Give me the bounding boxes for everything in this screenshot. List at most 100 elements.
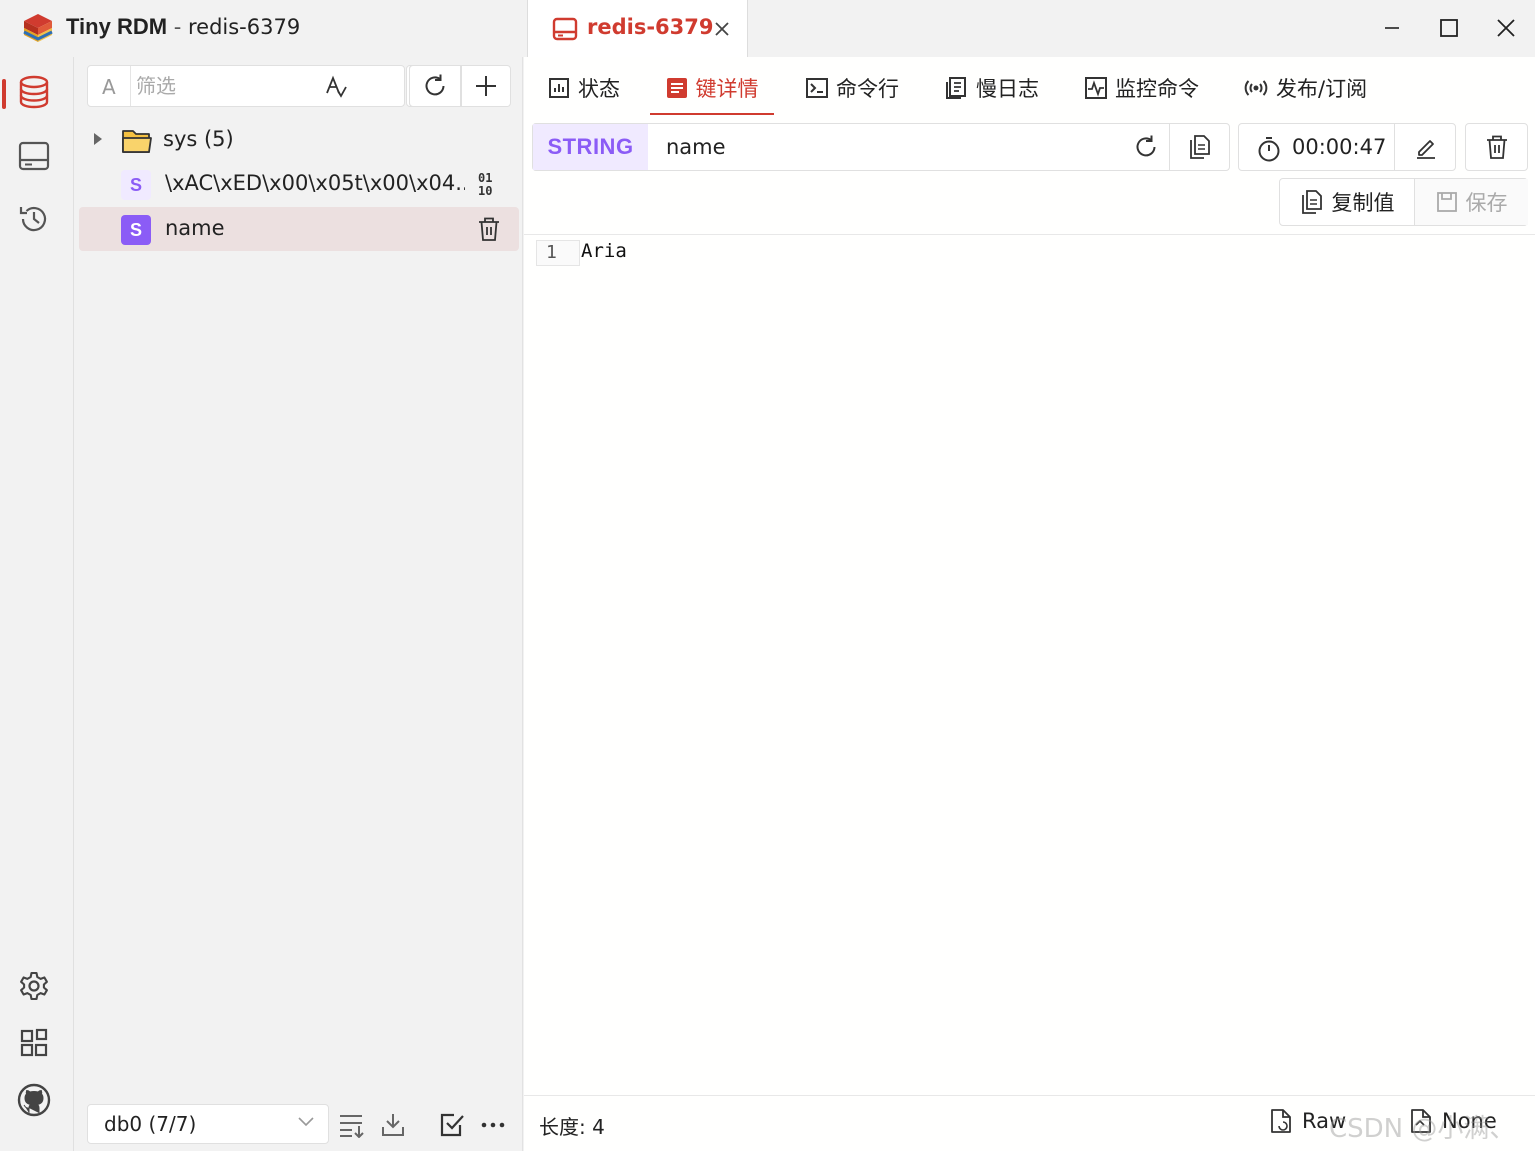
save-label: 保存 [1465,191,1508,215]
key-detail-icon [666,73,688,99]
title-separator: - [167,15,188,39]
sub-tab-bar: 状态 键详情 命令行 慢日志 监控命令 发布/订阅 [524,57,1535,115]
settings-icon[interactable] [16,968,52,1004]
svg-text:01: 01 [478,171,492,185]
key-name-bar: STRING name [532,123,1230,171]
key-type-tag: STRING [533,124,648,170]
line-number: 1 [536,240,580,266]
maximize-button[interactable] [1435,14,1463,42]
value-editor[interactable]: Aria [581,240,627,262]
filter-input[interactable] [136,72,316,100]
refresh-icon [1133,134,1159,160]
copy-key-button[interactable] [1169,124,1230,170]
edit-ttl-button[interactable] [1394,124,1456,170]
view-mode-label: Raw [1302,1109,1347,1133]
tab-label: 状态 [578,77,620,101]
server-icon [552,17,578,41]
binary-icon: 01 10 [477,171,499,197]
filter-divider [130,66,131,106]
tab-label: 发布/订阅 [1276,77,1368,101]
filter-prefix[interactable]: A [102,75,116,99]
timer-icon [1257,136,1281,162]
string-type-badge: S [121,215,151,245]
history-icon[interactable] [16,201,52,237]
check-square-icon[interactable] [438,1111,466,1139]
view-mode-button[interactable]: Raw [1270,1108,1346,1134]
tree-item-name[interactable]: S name [79,207,519,251]
key-tree-panel: A sys (5) S \xAC\xED\x00\x05t\x00\x04...… [75,57,523,1151]
svg-text:10: 10 [478,184,492,197]
plus-icon [474,74,498,98]
key-name-field[interactable]: name [666,135,726,159]
close-tab-icon[interactable] [713,20,731,38]
minimize-button[interactable] [1378,14,1406,42]
decode-mode-label: None [1442,1109,1497,1133]
refresh-icon [422,73,448,99]
reload-key-button[interactable] [1123,124,1169,170]
tab-cli[interactable]: 命令行 [806,69,899,115]
tab-monitor[interactable]: 监控命令 [1085,69,1199,115]
ttl-box: 00:00:47 [1238,123,1456,171]
tab-label: 键详情 [695,77,759,101]
ttl-value: 00:00:47 [1292,135,1387,159]
pulse-icon [1085,73,1107,99]
chevron-down-icon [298,1117,314,1127]
tab-key-detail[interactable]: 键详情 [650,69,774,115]
refresh-tree-btn[interactable] [409,65,461,107]
rail-active-indicator [2,79,6,109]
save-icon [1436,191,1458,213]
view-mode-icon [1270,1108,1292,1134]
trash-icon [1485,134,1509,160]
decode-mode-button[interactable]: None [1410,1108,1497,1134]
database-select-value: db0 (7/7) [104,1112,197,1136]
tree-item-serialized-key[interactable]: S \xAC\xED\x00\x05t\x00\x04... 01 10 [79,162,519,206]
tree-item-label: \xAC\xED\x00\x05t\x00\x04... [165,171,465,195]
tab-label: 监控命令 [1115,77,1199,101]
app-logo-icon [22,12,54,44]
copy-value-label: 复制值 [1331,191,1395,215]
key-detail-content: 状态 键详情 命令行 慢日志 监控命令 发布/订阅 STRING name 00… [524,57,1535,1151]
folder-icon [121,127,153,155]
broadcast-icon [1244,73,1268,99]
value-actions: 复制值 保存 [1279,178,1528,226]
delete-key-button[interactable] [1465,123,1528,171]
database-icon[interactable] [16,74,52,110]
tree-item-label: sys (5) [163,127,234,151]
string-type-badge: S [121,170,151,200]
pencil-icon [1414,135,1438,159]
window-title: Tiny RDM - redis-6379 [66,14,300,40]
case-sensitive-icon[interactable] [324,75,348,99]
close-window-button[interactable] [1492,14,1520,42]
tab-pubsub[interactable]: 发布/订阅 [1244,69,1367,115]
copy-document-icon [1300,189,1324,215]
load-more-icon[interactable] [379,1111,407,1139]
apps-grid-icon[interactable] [16,1025,52,1061]
title-connection: redis-6379 [187,15,301,39]
tab-label: 命令行 [836,77,899,101]
tab-label: 慢日志 [976,77,1039,101]
decode-mode-icon [1410,1108,1432,1134]
delete-key-icon[interactable] [477,216,501,242]
sort-list-icon[interactable] [338,1111,366,1139]
copy-value-button[interactable]: 复制值 [1280,179,1414,225]
title-bar: Tiny RDM - redis-6379 redis-6379 [0,0,1535,57]
filter-box: A [87,65,405,107]
copy-document-icon [1188,134,1212,160]
terminal-icon [806,73,828,99]
database-select[interactable]: db0 (7/7) [87,1104,329,1144]
tree-item-sys[interactable]: sys (5) [79,118,519,162]
left-rail [0,57,74,1151]
terminal-panel-icon[interactable] [16,138,52,174]
more-options-icon[interactable] [479,1111,507,1139]
github-icon[interactable] [16,1082,52,1118]
caret-right-icon[interactable] [93,133,103,145]
tab-status[interactable]: 状态 [548,69,620,115]
connection-tab[interactable]: redis-6379 [527,0,748,57]
value-status-bar: 长度: 4 Raw None CSDN @小满、 [524,1095,1535,1151]
add-key-button[interactable] [461,65,511,107]
save-button[interactable]: 保存 [1414,179,1528,225]
editor-divider [524,234,1535,235]
tree-item-label: name [165,216,225,240]
tab-slow-log[interactable]: 慢日志 [946,69,1039,115]
length-label: 长度: 4 [539,1115,605,1139]
